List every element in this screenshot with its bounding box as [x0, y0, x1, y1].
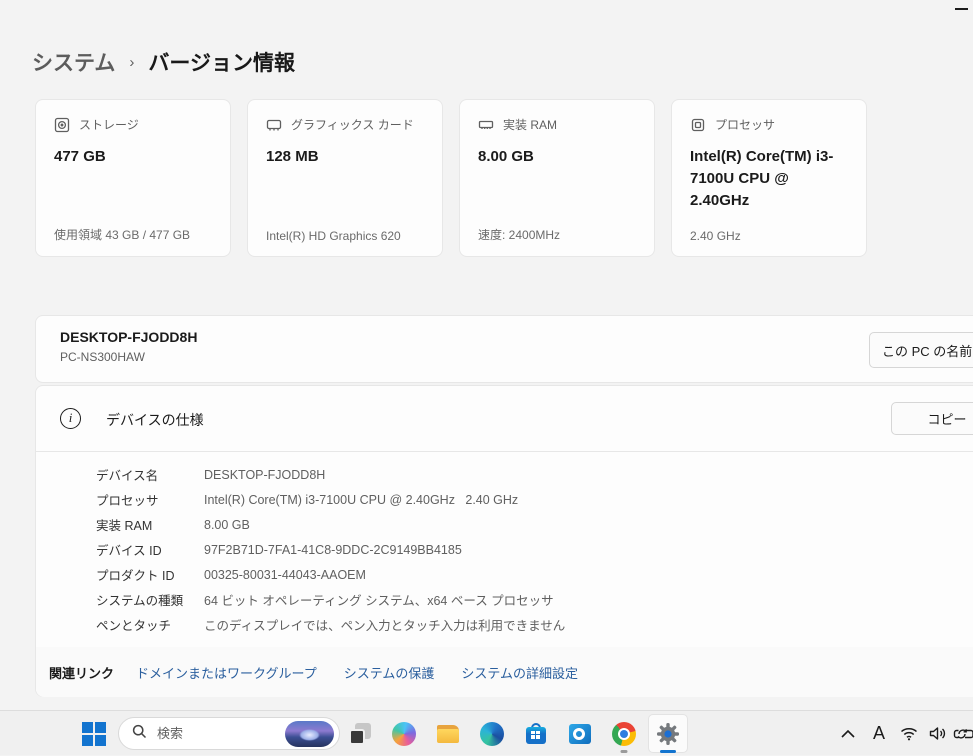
spec-label: デバイス ID [96, 540, 204, 559]
task-view-icon [348, 722, 372, 746]
device-name-card: DESKTOP-FJODD8H PC-NS300HAW この PC の名前を [35, 315, 973, 383]
table-row: プロセッサ Intel(R) Core(TM) i3-7100U CPU @ 2… [96, 487, 565, 512]
card-value: 477 GB [54, 146, 212, 168]
file-explorer-button[interactable] [428, 711, 468, 756]
spec-value: 97F2B71D-7FA1-41C8-9DDC-2C9149BB4185 [204, 543, 462, 557]
page-title: バージョン情報 [148, 47, 295, 77]
card-caption: 速度: 2400MHz [478, 226, 560, 243]
link-domain-or-workgroup[interactable]: ドメインまたはワークグループ [136, 663, 317, 682]
spec-label: プロダクト ID [96, 565, 204, 584]
storage-icon [54, 117, 70, 133]
spec-value: DESKTOP-FJODD8H [204, 468, 325, 482]
table-row: システムの種類 64 ビット オペレーティング システム、x64 ベース プロセ… [96, 587, 565, 612]
link-system-protection[interactable]: システムの保護 [344, 663, 435, 682]
device-name: DESKTOP-FJODD8H [60, 329, 197, 345]
card-value: 128 MB [266, 146, 424, 168]
card-label: 実装 RAM [503, 116, 557, 133]
ram-card: 実装 RAM 8.00 GB 速度: 2400MHz [459, 99, 655, 257]
card-caption: Intel(R) HD Graphics 620 [266, 229, 401, 243]
copilot-icon [392, 722, 416, 746]
copy-button[interactable]: コピー [891, 402, 973, 435]
settings-gear-icon [656, 722, 680, 746]
storage-card: ストレージ 477 GB 使用領域 43 GB / 477 GB [35, 99, 231, 257]
start-button[interactable] [80, 711, 108, 756]
rename-pc-button[interactable]: この PC の名前を [869, 332, 973, 368]
device-model: PC-NS300HAW [60, 350, 145, 364]
spec-value: このディスプレイでは、ペン入力とタッチ入力は利用できません [204, 615, 565, 634]
breadcrumb-chevron-icon: › [129, 54, 134, 71]
search-input[interactable] [157, 726, 277, 741]
card-caption: 2.40 GHz [690, 229, 741, 243]
card-label: プロセッサ [715, 116, 775, 133]
chrome-icon [612, 722, 636, 746]
card-value: 8.00 GB [478, 146, 636, 168]
table-row: 実装 RAM 8.00 GB [96, 512, 565, 537]
spec-value: Intel(R) Core(TM) i3-7100U CPU @ 2.40GHz… [204, 493, 518, 507]
table-row: デバイス名 DESKTOP-FJODD8H [96, 462, 565, 487]
chrome-button[interactable] [604, 711, 644, 756]
spec-label: 実装 RAM [96, 515, 204, 534]
edge-button[interactable] [472, 711, 512, 756]
info-icon: i [60, 408, 81, 429]
cpu-icon [690, 117, 706, 133]
copilot-button[interactable] [384, 711, 424, 756]
settings-active-indicator [660, 750, 676, 753]
card-caption: 使用領域 43 GB / 477 GB [54, 226, 190, 243]
table-row: ペンとタッチ このディスプレイでは、ペン入力とタッチ入力は利用できません [96, 612, 565, 637]
breadcrumb: システム › バージョン情報 [32, 47, 295, 77]
edge-icon [480, 722, 504, 746]
related-links-label: 関連リンク [49, 663, 114, 682]
link-advanced-system-settings[interactable]: システムの詳細設定 [461, 663, 578, 682]
task-view-button[interactable] [340, 711, 380, 756]
file-explorer-icon [436, 722, 460, 746]
spec-label: プロセッサ [96, 490, 204, 509]
spec-value: 64 ビット オペレーティング システム、x64 ベース プロセッサ [204, 590, 554, 609]
gpu-icon [266, 117, 282, 133]
microsoft-store-button[interactable] [516, 711, 556, 756]
breadcrumb-system[interactable]: システム [32, 47, 115, 77]
volume-icon[interactable] [924, 711, 950, 756]
card-label: ストレージ [79, 116, 139, 133]
device-specs-table: デバイス名 DESKTOP-FJODD8H プロセッサ Intel(R) Cor… [96, 462, 565, 637]
battery-icon[interactable] [951, 711, 973, 756]
ram-icon [478, 117, 494, 133]
device-specs-expander[interactable]: i デバイスの仕様 [36, 386, 973, 451]
minimize-button[interactable] [955, 8, 968, 10]
outlook-button[interactable] [560, 711, 600, 756]
spec-label: ペンとタッチ [96, 615, 204, 634]
chrome-running-indicator [621, 750, 628, 753]
windows-logo-icon [82, 722, 106, 746]
spec-value: 8.00 GB [204, 518, 250, 532]
device-specs-title: デバイスの仕様 [106, 410, 204, 430]
divider [36, 451, 973, 452]
processor-card: プロセッサ Intel(R) Core(TM) i3-7100U CPU @ 2… [671, 99, 867, 257]
table-row: プロダクト ID 00325-80031-44043-AAOEM [96, 562, 565, 587]
search-highlight-image[interactable] [285, 721, 334, 747]
spec-label: システムの種類 [96, 590, 204, 609]
related-links-row: 関連リンク ドメインまたはワークグループ システムの保護 システムの詳細設定 [36, 647, 973, 697]
spec-label: デバイス名 [96, 465, 204, 484]
hidden-icons-chevron[interactable] [835, 711, 861, 756]
microsoft-store-icon [524, 722, 548, 746]
spec-value: 00325-80031-44043-AAOEM [204, 568, 366, 582]
outlook-icon [568, 722, 592, 746]
taskbar-search[interactable] [118, 717, 340, 750]
settings-button[interactable] [646, 711, 690, 756]
search-icon [132, 724, 147, 744]
card-value: Intel(R) Core(TM) i3-7100U CPU @ 2.40GHz [690, 146, 848, 211]
card-label: グラフィックス カード [291, 116, 414, 133]
ime-mode-indicator[interactable]: A [866, 711, 892, 756]
wifi-icon[interactable] [896, 711, 922, 756]
device-specs-card: i デバイスの仕様 コピー デバイス名 DESKTOP-FJODD8H プロセッ… [35, 385, 973, 697]
table-row: デバイス ID 97F2B71D-7FA1-41C8-9DDC-2C9149BB… [96, 537, 565, 562]
taskbar: A [0, 710, 973, 755]
graphics-card: グラフィックス カード 128 MB Intel(R) HD Graphics … [247, 99, 443, 257]
